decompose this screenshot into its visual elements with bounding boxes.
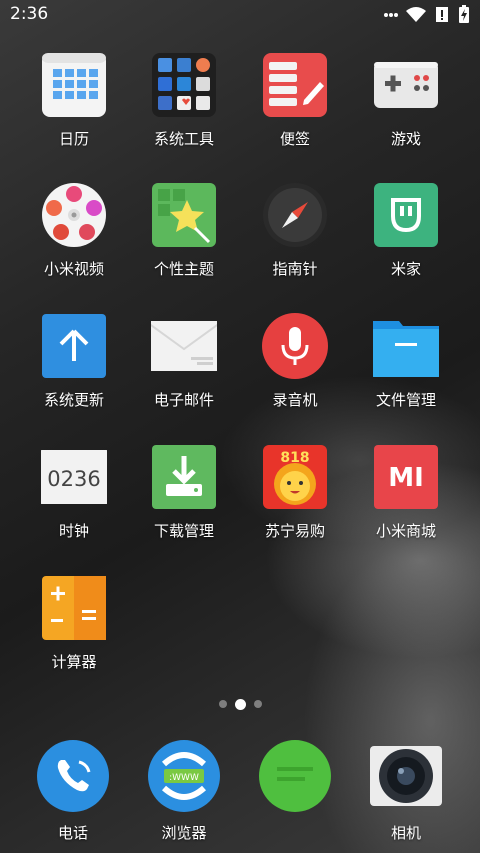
app-notes[interactable]: 便签 bbox=[240, 52, 350, 149]
microphone-icon bbox=[262, 313, 328, 379]
app-label: 米家 bbox=[390, 260, 421, 278]
app-system-update[interactable]: 系统更新 bbox=[19, 313, 129, 410]
app-recorder[interactable]: 录音机 bbox=[240, 313, 350, 410]
wifi-icon bbox=[406, 6, 426, 22]
page-indicator bbox=[0, 699, 480, 710]
page-dot[interactable] bbox=[218, 700, 227, 708]
clock-digits: 0236 bbox=[47, 467, 100, 491]
app-email[interactable]: 电子邮件 bbox=[129, 313, 239, 410]
folder-icon bbox=[371, 313, 441, 379]
app-label: 指南针 bbox=[272, 260, 318, 278]
page-dot-current[interactable] bbox=[234, 699, 246, 710]
phone-icon bbox=[37, 740, 109, 812]
app-label: 小米视频 bbox=[43, 260, 104, 278]
mijia-icon bbox=[373, 182, 439, 248]
mi-logo-text: MI bbox=[388, 463, 424, 493]
app-label: 时钟 bbox=[58, 522, 89, 540]
app-file-manager[interactable]: 文件管理 bbox=[351, 313, 461, 410]
app-label: 苏宁易购 bbox=[264, 522, 325, 540]
app-label: 计算器 bbox=[51, 653, 97, 671]
dock-camera[interactable]: 相机 bbox=[351, 740, 461, 843]
envelope-icon bbox=[147, 313, 221, 379]
app-mi-video[interactable]: 小米视频 bbox=[19, 182, 129, 279]
app-label: 游戏 bbox=[390, 130, 421, 148]
app-download-manager[interactable]: 下载管理 bbox=[129, 444, 239, 541]
app-games[interactable]: 游戏 bbox=[351, 52, 461, 149]
app-themes[interactable]: 个性主题 bbox=[129, 182, 239, 279]
camera-lens-icon bbox=[370, 740, 442, 812]
browser-icon-text: :WWW bbox=[169, 773, 199, 783]
app-label: 相机 bbox=[390, 824, 421, 842]
status-time: 2:36 bbox=[10, 4, 49, 24]
compass-icon bbox=[262, 182, 328, 248]
app-label: 文件管理 bbox=[375, 391, 436, 409]
suning-lion-icon: 818 bbox=[262, 444, 328, 510]
download-icon bbox=[151, 444, 217, 510]
app-clock[interactable]: 0236 时钟 bbox=[19, 444, 129, 541]
app-label: 个性主题 bbox=[153, 260, 214, 278]
signal-alert-icon bbox=[436, 7, 448, 22]
app-label: 小米商城 bbox=[375, 522, 436, 540]
app-label: 电话 bbox=[57, 824, 88, 842]
update-arrow-icon bbox=[41, 313, 107, 379]
app-label: 便签 bbox=[279, 130, 310, 148]
app-compass[interactable]: 指南针 bbox=[240, 182, 350, 279]
app-calculator[interactable]: 计算器 bbox=[19, 575, 129, 672]
film-reel-icon bbox=[41, 182, 107, 248]
browser-globe-icon: :WWW bbox=[148, 740, 220, 812]
dock-phone[interactable]: 电话 bbox=[18, 740, 128, 843]
clock-icon: 0236 bbox=[38, 444, 110, 510]
app-label: 浏览器 bbox=[161, 824, 207, 842]
app-label: 电子邮件 bbox=[153, 391, 214, 409]
app-suning[interactable]: 818 苏宁易购 bbox=[240, 444, 350, 541]
page-dot[interactable] bbox=[253, 700, 262, 708]
app-label: 系统工具 bbox=[153, 130, 214, 148]
themes-icon bbox=[151, 182, 217, 248]
calculator-icon bbox=[41, 575, 107, 641]
app-system-tools[interactable]: 系统工具 bbox=[129, 52, 239, 149]
app-label: 系统更新 bbox=[43, 391, 104, 409]
notes-icon bbox=[262, 52, 328, 118]
dock-messages[interactable] bbox=[240, 740, 350, 822]
mi-logo-icon: MI bbox=[373, 444, 439, 510]
gamepad-icon bbox=[373, 52, 439, 118]
app-calendar[interactable]: 日历 bbox=[19, 52, 129, 149]
app-label: 录音机 bbox=[272, 391, 318, 409]
message-bubble-icon bbox=[259, 740, 331, 812]
calendar-icon bbox=[41, 52, 107, 118]
dock-browser[interactable]: :WWW 浏览器 bbox=[129, 740, 239, 843]
app-mi-store[interactable]: MI 小米商城 bbox=[351, 444, 461, 541]
battery-charging-icon bbox=[459, 5, 469, 23]
system-tools-folder-icon bbox=[151, 52, 217, 118]
status-bar: 2:36 bbox=[0, 0, 480, 28]
app-label: 下载管理 bbox=[153, 522, 214, 540]
app-mijia[interactable]: 米家 bbox=[351, 182, 461, 279]
more-notifications-icon bbox=[384, 12, 398, 17]
app-label: 日历 bbox=[58, 130, 89, 148]
